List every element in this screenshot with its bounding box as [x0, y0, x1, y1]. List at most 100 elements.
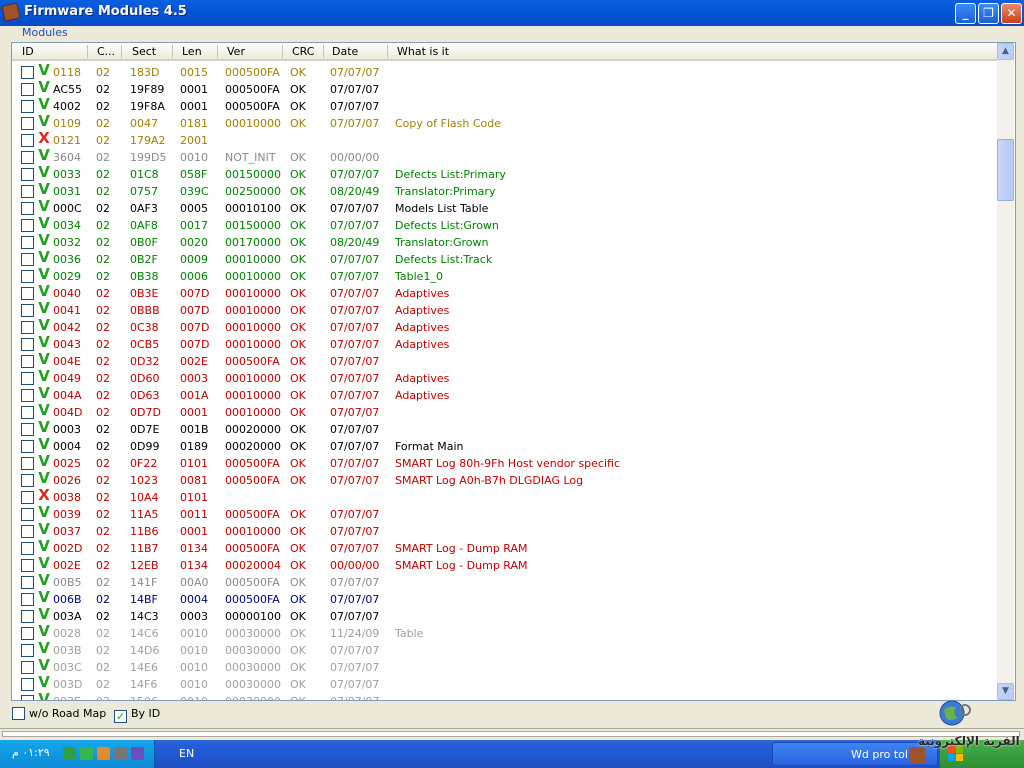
- table-row[interactable]: V 0037 02 11B6 0001 00010000 OK 07/07/07: [12, 521, 997, 539]
- row-checkbox[interactable]: [21, 474, 34, 487]
- column-divider[interactable]: [87, 45, 88, 58]
- table-row[interactable]: V 0031 02 0757 039C 00250000 OK 08/20/49 Transla…: [12, 181, 997, 199]
- row-checkbox[interactable]: [21, 491, 34, 504]
- by-id-checkbox[interactable]: ✓ By ID: [114, 707, 160, 723]
- column-header-date[interactable]: Date: [332, 45, 358, 58]
- row-checkbox[interactable]: [21, 270, 34, 283]
- table-row[interactable]: V 0118 02 183D 0015 000500FA OK 07/07/07: [12, 63, 997, 80]
- table-row[interactable]: V 0033 02 01C8 058F 00150000 OK 07/07/07 Defects…: [12, 164, 997, 182]
- table-row[interactable]: V 0025 02 0F22 0101 000500FA OK 07/07/07 SMART L…: [12, 453, 997, 471]
- table-row[interactable]: V 4002 02 19F8A 0001 000500FA OK 07/07/07: [12, 96, 997, 114]
- row-checkbox[interactable]: [21, 542, 34, 555]
- clock[interactable]: ٠١:٢٩ م: [12, 746, 50, 759]
- scroll-down-button[interactable]: ▼: [997, 683, 1014, 700]
- row-checkbox[interactable]: [21, 185, 34, 198]
- speaker-icon[interactable]: [114, 747, 127, 760]
- minimize-button[interactable]: _: [955, 3, 976, 24]
- table-row[interactable]: V 00B5 02 141F 00A0 000500FA OK 07/07/07: [12, 572, 997, 590]
- maximize-button[interactable]: ❐: [978, 3, 999, 24]
- row-checkbox[interactable]: [21, 644, 34, 657]
- table-row[interactable]: V 0029 02 0B38 0006 00010000 OK 07/07/07 Table1_…: [12, 266, 997, 284]
- checkbox-box[interactable]: ✓: [114, 710, 127, 723]
- table-row[interactable]: V 0004 02 0D99 0189 00020000 OK 07/07/07 Format …: [12, 436, 997, 454]
- table-row[interactable]: X 0121 02 179A2 2001: [12, 130, 997, 148]
- row-checkbox[interactable]: [21, 678, 34, 691]
- column-divider[interactable]: [121, 45, 122, 58]
- row-checkbox[interactable]: [21, 372, 34, 385]
- row-checkbox[interactable]: [21, 423, 34, 436]
- row-checkbox[interactable]: [21, 66, 34, 79]
- row-checkbox[interactable]: [21, 661, 34, 674]
- row-checkbox[interactable]: [21, 117, 34, 130]
- row-checkbox[interactable]: [21, 151, 34, 164]
- row-checkbox[interactable]: [21, 627, 34, 640]
- row-checkbox[interactable]: [21, 287, 34, 300]
- vertical-scrollbar[interactable]: ▲ ▼: [997, 43, 1014, 700]
- table-row[interactable]: V 004A 02 0D63 001A 00010000 OK 07/07/07 Adaptiv…: [12, 385, 997, 403]
- row-checkbox[interactable]: [21, 100, 34, 113]
- row-checkbox[interactable]: [21, 202, 34, 215]
- table-row[interactable]: V 003B 02 14D6 0010 00030000 OK 07/07/07: [12, 640, 997, 658]
- column-header-id[interactable]: ID: [22, 45, 34, 58]
- row-checkbox[interactable]: [21, 389, 34, 402]
- table-row[interactable]: V 0049 02 0D60 0003 00010000 OK 07/07/07 Adaptiv…: [12, 368, 997, 386]
- language-indicator[interactable]: EN: [179, 747, 194, 760]
- table-row[interactable]: V 0041 02 0BBB 007D 00010000 OK 07/07/07 Adaptiv…: [12, 300, 997, 318]
- row-checkbox[interactable]: [21, 576, 34, 589]
- column-header-len[interactable]: Len: [182, 45, 202, 58]
- row-checkbox[interactable]: [21, 457, 34, 470]
- column-divider[interactable]: [387, 45, 388, 58]
- row-checkbox[interactable]: [21, 525, 34, 538]
- table-row[interactable]: V 002D 02 11B7 0134 000500FA OK 07/07/07 SMART L…: [12, 538, 997, 556]
- monitor-icon[interactable]: [131, 747, 144, 760]
- table-row[interactable]: V 0040 02 0B3E 007D 00010000 OK 07/07/07 Adaptiv…: [12, 283, 997, 301]
- row-checkbox[interactable]: [21, 321, 34, 334]
- scroll-up-button[interactable]: ▲: [997, 43, 1014, 60]
- column-header-what[interactable]: What is it: [397, 45, 449, 58]
- checkbox-box[interactable]: [12, 707, 25, 720]
- row-checkbox[interactable]: [21, 508, 34, 521]
- row-checkbox[interactable]: [21, 440, 34, 453]
- volume-icon[interactable]: [97, 747, 110, 760]
- column-divider[interactable]: [282, 45, 283, 58]
- column-header-sect[interactable]: Sect: [132, 45, 156, 58]
- table-row[interactable]: V 0109 02 0047 0181 00010000 OK 07/07/07 Copy of…: [12, 113, 997, 131]
- close-button[interactable]: ✕: [1001, 3, 1022, 24]
- column-header-c[interactable]: C...: [97, 45, 115, 58]
- table-row[interactable]: V 000C 02 0AF3 0005 00010100 OK 07/07/07 Models …: [12, 198, 997, 216]
- row-checkbox[interactable]: [21, 355, 34, 368]
- row-checkbox[interactable]: [21, 168, 34, 181]
- row-checkbox[interactable]: [21, 610, 34, 623]
- table-row[interactable]: V 003D 02 14F6 0010 00030000 OK 07/07/07: [12, 674, 997, 692]
- table-row[interactable]: V 0026 02 1023 0081 000500FA OK 07/07/07 SMART L…: [12, 470, 997, 488]
- modules-list[interactable]: ID C... Sect Len Ver CRC Date What is it…: [11, 42, 1016, 701]
- row-checkbox[interactable]: [21, 219, 34, 232]
- table-row[interactable]: V 0034 02 0AF8 0017 00150000 OK 07/07/07 Defects…: [12, 215, 997, 233]
- table-row[interactable]: V 006B 02 14BF 0004 000500FA OK 07/07/07: [12, 589, 997, 607]
- table-row[interactable]: V 004D 02 0D7D 0001 00010000 OK 07/07/07: [12, 402, 997, 420]
- table-row[interactable]: V 0042 02 0C38 007D 00010000 OK 07/07/07 Adaptiv…: [12, 317, 997, 335]
- column-divider[interactable]: [323, 45, 324, 58]
- table-row[interactable]: V 0043 02 0CB5 007D 00010000 OK 07/07/07 Adaptiv…: [12, 334, 997, 352]
- table-row[interactable]: V 0036 02 0B2F 0009 00010000 OK 07/07/07 Defects…: [12, 249, 997, 267]
- road-map-checkbox[interactable]: w/o Road Map: [12, 707, 106, 720]
- table-row[interactable]: X 0038 02 10A4 0101: [12, 487, 997, 505]
- table-row[interactable]: V 003A 02 14C3 0003 00000100 OK 07/07/07: [12, 606, 997, 624]
- row-checkbox[interactable]: [21, 83, 34, 96]
- title-bar[interactable]: Firmware Modules 4.5 _ ❐ ✕: [0, 0, 1024, 26]
- row-checkbox[interactable]: [21, 253, 34, 266]
- column-divider[interactable]: [217, 45, 218, 58]
- table-row[interactable]: V AC55 02 19F89 0001 000500FA OK 07/07/07: [12, 79, 997, 97]
- scroll-thumb[interactable]: [997, 139, 1014, 201]
- table-row[interactable]: V 0039 02 11A5 0011 000500FA OK 07/07/07: [12, 504, 997, 522]
- table-row[interactable]: V 0028 02 14C6 0010 00030000 OK 11/24/09 Table: [12, 623, 997, 641]
- row-checkbox[interactable]: [21, 134, 34, 147]
- row-checkbox[interactable]: [21, 695, 34, 700]
- row-checkbox[interactable]: [21, 338, 34, 351]
- row-checkbox[interactable]: [21, 406, 34, 419]
- row-checkbox[interactable]: [21, 593, 34, 606]
- row-checkbox[interactable]: [21, 236, 34, 249]
- row-checkbox[interactable]: [21, 304, 34, 317]
- table-row[interactable]: V 3604 02 199D5 0010 NOT_INIT OK 00/00/00: [12, 147, 997, 165]
- network-icon[interactable]: [80, 747, 93, 760]
